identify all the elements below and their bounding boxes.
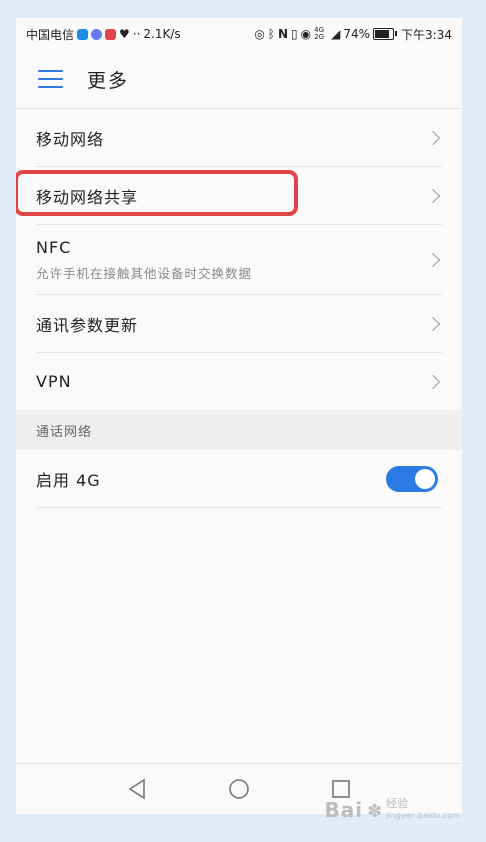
row-vpn[interactable]: VPN [36,353,442,410]
nfc-icon: N [278,27,289,41]
row-enable-4g[interactable]: 启用 4G [36,450,442,508]
chevron-right-icon [425,374,441,389]
row-label: NFC [36,237,72,257]
chevron-right-icon [425,252,441,267]
health-heart-icon: ♥ [119,27,130,41]
chevron-right-icon [425,316,441,331]
row-label: VPN [36,372,72,391]
row-subtitle: 允许手机在接触其他设备时交换数据 [36,265,253,281]
row-carrier-update[interactable]: 通讯参数更新 [36,295,442,353]
eye-comfort-icon: ◉ [300,27,312,41]
home-button[interactable] [227,777,251,801]
row-mobile-network[interactable]: 移动网络 [36,109,442,167]
app-header: 更多 [16,50,462,109]
baidu-watermark: Bai ✽ 经验 jingyan.baidu.com [324,797,460,823]
row-tethering[interactable]: 移动网络共享 [16,167,442,225]
huawei-notification-icon [105,28,117,40]
home-circle-icon [229,779,249,799]
watermark-logo: Bai [324,798,364,822]
battery-icon [373,28,398,40]
chevron-right-icon [425,130,441,145]
row-label: 移动网络 [36,129,105,149]
music-notification-icon [91,28,103,40]
row-label: 启用 4G [36,470,101,490]
row-nfc[interactable]: NFC 允许手机在接触其他设备时交换数据 [36,225,442,295]
bluetooth-icon: ᛒ [267,27,275,41]
app-notification-icon [77,28,89,40]
back-button[interactable] [125,777,149,801]
chevron-right-icon [425,188,441,203]
recents-square-icon [332,780,350,798]
hotspot-icon: ◎ [254,27,265,41]
row-label: 通讯参数更新 [36,315,139,335]
section-header-call-network: 通话网络 [16,410,462,450]
vibrate-icon: ▯ [291,27,298,41]
network-type: 4G 2G [314,26,325,41]
status-bar: 中国电信 ♥ ·· 2.1K/s ◎ ᛒ N ▯ ◉ 4G 2G ◢ 74% 下… [16,18,462,50]
row-label: 移动网络共享 [36,187,139,207]
clock: 下午3:34 [401,27,452,42]
carrier-label: 中国电信 [26,27,75,42]
menu-icon[interactable] [38,70,63,88]
phone-screen: 中国电信 ♥ ·· 2.1K/s ◎ ᛒ N ▯ ◉ 4G 2G ◢ 74% 下… [16,18,462,814]
battery-percent: 74% [343,27,371,41]
paw-icon: ✽ [367,801,383,822]
network-speed: 2.1K/s [143,27,181,41]
enable-4g-toggle[interactable] [386,465,438,492]
page-title: 更多 [87,69,130,92]
watermark-text: 经验 [386,797,409,810]
watermark-url: jingyan.baidu.com [386,811,460,820]
more-notifications-icon: ·· [132,27,141,41]
back-triangle-icon [128,778,145,800]
signal-icon: ◢ [331,27,341,41]
